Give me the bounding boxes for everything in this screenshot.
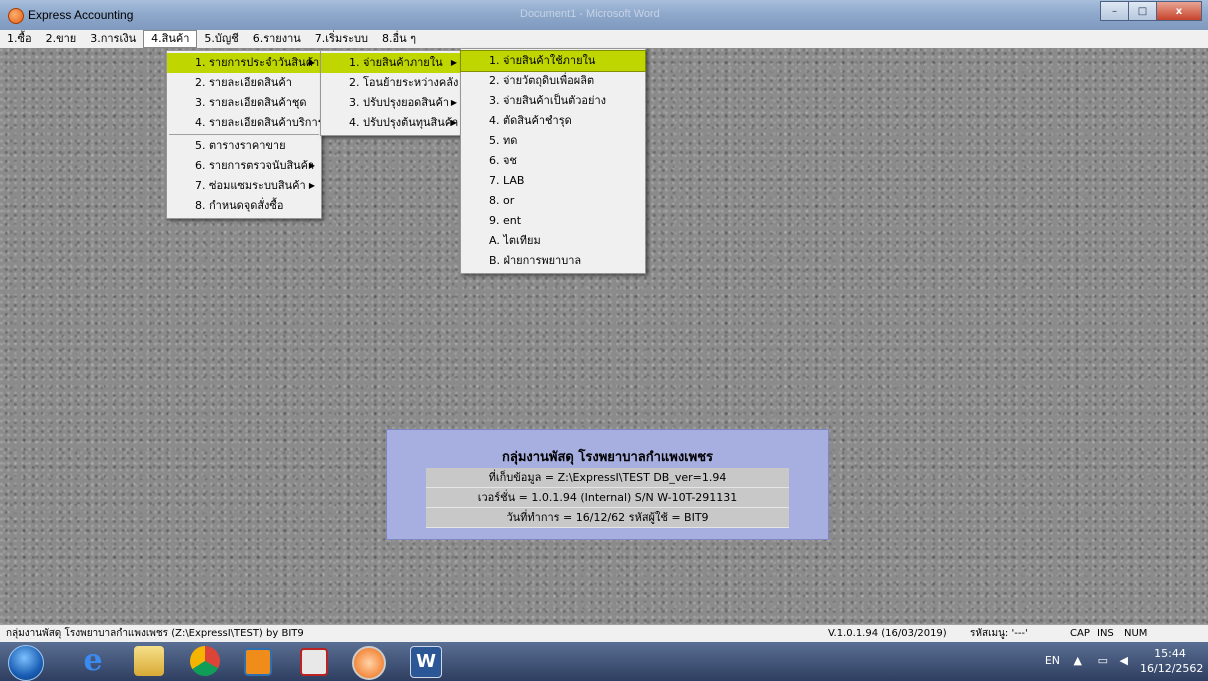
company-info-panel: กลุ่มงานพัสดุ โรงพยาบาลกำแพงเพชร ที่เก็บ… (386, 429, 829, 540)
submenu-arrow-icon: ▶ (308, 161, 315, 170)
app-icon (8, 8, 24, 24)
status-menu-code: รหัสเมนู: '---' (970, 628, 1028, 639)
volume-icon[interactable]: ◀ (1120, 654, 1128, 667)
maximize-button[interactable]: □ (1128, 1, 1157, 21)
menu-item-label: 7. ซ่อมแซมระบบสินค้า (195, 179, 306, 192)
background-window-title: Document1 - Microsoft Word (520, 8, 660, 20)
menu-item-repair-system[interactable]: 7. ซ่อมแซมระบบสินค้า ▶ (167, 176, 321, 196)
chrome-icon[interactable] (190, 646, 220, 676)
data-location: ที่เก็บข้อมูล = Z:\ExpressI\TEST DB_ver=… (426, 468, 789, 488)
express-accounting-icon[interactable] (352, 646, 386, 680)
menu-item-label: 3. ปรับปรุงยอดสินค้า (349, 96, 450, 109)
status-company-path: กลุ่มงานพัสดุ โรงพยาบาลกำแพงเพชร (Z:\Exp… (6, 628, 304, 639)
menu-item-issue-sample[interactable]: 3. จ่ายสินค้าเป็นตัวอย่าง (461, 91, 645, 111)
microsoft-word-icon[interactable]: W (410, 646, 442, 678)
product-menu: 1. รายการประจำวันสินค้า ▶ 2. รายละเอียดสิ… (166, 50, 324, 219)
language-indicator[interactable]: EN (1045, 654, 1060, 667)
menu-setup[interactable]: 7.เริ่มระบบ (308, 30, 375, 48)
submenu-arrow-icon: ▶ (308, 58, 315, 67)
start-button[interactable] (8, 645, 44, 681)
menu-item-adjust-cost[interactable]: 4. ปรับปรุงต้นทุนสินค้า ▶ (321, 113, 463, 133)
menu-item-label: 1. จ่ายสินค้าภายใน (349, 56, 443, 69)
menu-item-reorder-point[interactable]: 8. กำหนดจุดสั่งซื้อ (167, 196, 321, 216)
menu-item-internal-issue[interactable]: 1. จ่ายสินค้าภายใน ▶ (321, 53, 463, 73)
status-bar: กลุ่มงานพัสดุ โรงพยาบาลกำแพงเพชร (Z:\Exp… (0, 624, 1208, 643)
menu-item-warehouse-transfer[interactable]: 2. โอนย้ายระหว่างคลัง (321, 73, 463, 93)
daily-transactions-menu: 1. จ่ายสินค้าภายใน ▶ 2. โอนย้ายระหว่างคลั… (320, 50, 464, 136)
internal-issue-menu: 1. จ่ายสินค้าใช้ภายใน 2. จ่ายวัตถุดิบเพื… (460, 48, 646, 274)
minimize-button[interactable]: – (1100, 1, 1129, 21)
menu-item-5[interactable]: 5. ทด (461, 131, 645, 151)
menu-item-label: 6. รายการตรวจนับสินค้า (195, 159, 315, 172)
clock[interactable]: 15:44 16/12/2562 (1140, 646, 1204, 676)
menu-bar: 1.ซื้อ 2.ขาย 3.การเงิน 4.สินค้า 5.บัญชี … (0, 30, 1208, 49)
show-hidden-icons-icon[interactable]: ▲ (1074, 654, 1082, 667)
menu-sales[interactable]: 2.ขาย (39, 30, 84, 48)
menu-item-6[interactable]: 6. จช (461, 151, 645, 171)
file-explorer-icon[interactable] (134, 646, 164, 676)
work-date-user: วันที่ทำการ = 16/12/62 รหัสผู้ใช้ = BIT9 (426, 508, 789, 528)
status-num: NUM (1124, 628, 1148, 639)
menu-item-product-set-details[interactable]: 3. รายละเอียดสินค้าชุด (167, 93, 321, 113)
menu-item-issue-raw-material[interactable]: 2. จ่ายวัตถุดิบเพื่อผลิต (461, 71, 645, 91)
menu-item-stock-count[interactable]: 6. รายการตรวจนับสินค้า ▶ (167, 156, 321, 176)
menu-item-dialysis[interactable]: A. ไตเทียม (461, 231, 645, 251)
menu-item-label: 4. ปรับปรุงต้นทุนสินค้า (349, 116, 459, 129)
submenu-arrow-icon: ▶ (450, 98, 457, 107)
clock-time: 15:44 (1154, 647, 1186, 660)
menu-item-write-off-damaged[interactable]: 4. ตัดสินค้าชำรุด (461, 111, 645, 131)
menu-item-service-details[interactable]: 4. รายละเอียดสินค้าบริการ (167, 113, 324, 133)
menu-item-daily-transactions[interactable]: 1. รายการประจำวันสินค้า ▶ (167, 53, 321, 73)
menu-item-issue-internal-use[interactable]: 1. จ่ายสินค้าใช้ภายใน (460, 50, 646, 72)
clock-date: 16/12/2562 (1140, 662, 1204, 675)
menu-item-lab[interactable]: 7. LAB (461, 171, 645, 191)
document-app-icon[interactable] (300, 648, 328, 676)
status-caps: CAP (1070, 628, 1090, 639)
submenu-arrow-icon: ▶ (308, 181, 315, 190)
submenu-arrow-icon: ▶ (450, 58, 457, 67)
status-ins: INS (1097, 628, 1114, 639)
menu-finance[interactable]: 3.การเงิน (83, 30, 143, 48)
title-bar: Express Accounting Document1 - Microsoft… (0, 0, 1208, 30)
menu-purchase[interactable]: 1.ซื้อ (0, 30, 39, 48)
menu-item-adjust-quantity[interactable]: 3. ปรับปรุงยอดสินค้า ▶ (321, 93, 463, 113)
menu-item-product-details[interactable]: 2. รายละเอียดสินค้า (167, 73, 321, 93)
menu-other[interactable]: 8.อื่น ๆ (375, 30, 423, 48)
menu-separator (169, 134, 319, 135)
status-version: V.1.0.1.94 (16/03/2019) (828, 628, 947, 639)
network-icon[interactable]: ▭ (1098, 654, 1108, 667)
company-name: กลุ่มงานพัสดุ โรงพยาบาลกำแพงเพชร (501, 450, 713, 465)
menu-product[interactable]: 4.สินค้า (143, 30, 198, 48)
internet-explorer-icon[interactable]: e (78, 646, 108, 676)
menu-item-label: 1. รายการประจำวันสินค้า (195, 56, 320, 69)
close-button[interactable]: x (1156, 1, 1202, 21)
menu-reports[interactable]: 6.รายงาน (246, 30, 308, 48)
media-player-icon[interactable] (244, 648, 272, 676)
window-title: Express Accounting (28, 8, 134, 22)
menu-item-nursing[interactable]: B. ฝ่ายการพยาบาล (461, 251, 645, 271)
submenu-arrow-icon: ▶ (450, 118, 457, 127)
taskbar: e W EN ▲ ▭ ◀ 15:44 16/12/2562 (0, 642, 1208, 681)
version-info: เวอร์ชั่น = 1.0.1.94 (Internal) S/N W-10… (426, 488, 789, 508)
menu-item-ent[interactable]: 9. ent (461, 211, 645, 231)
menu-accounts[interactable]: 5.บัญชี (197, 30, 245, 48)
menu-item-or[interactable]: 8. or (461, 191, 645, 211)
menu-item-price-table[interactable]: 5. ตารางราคาขาย (167, 136, 321, 156)
